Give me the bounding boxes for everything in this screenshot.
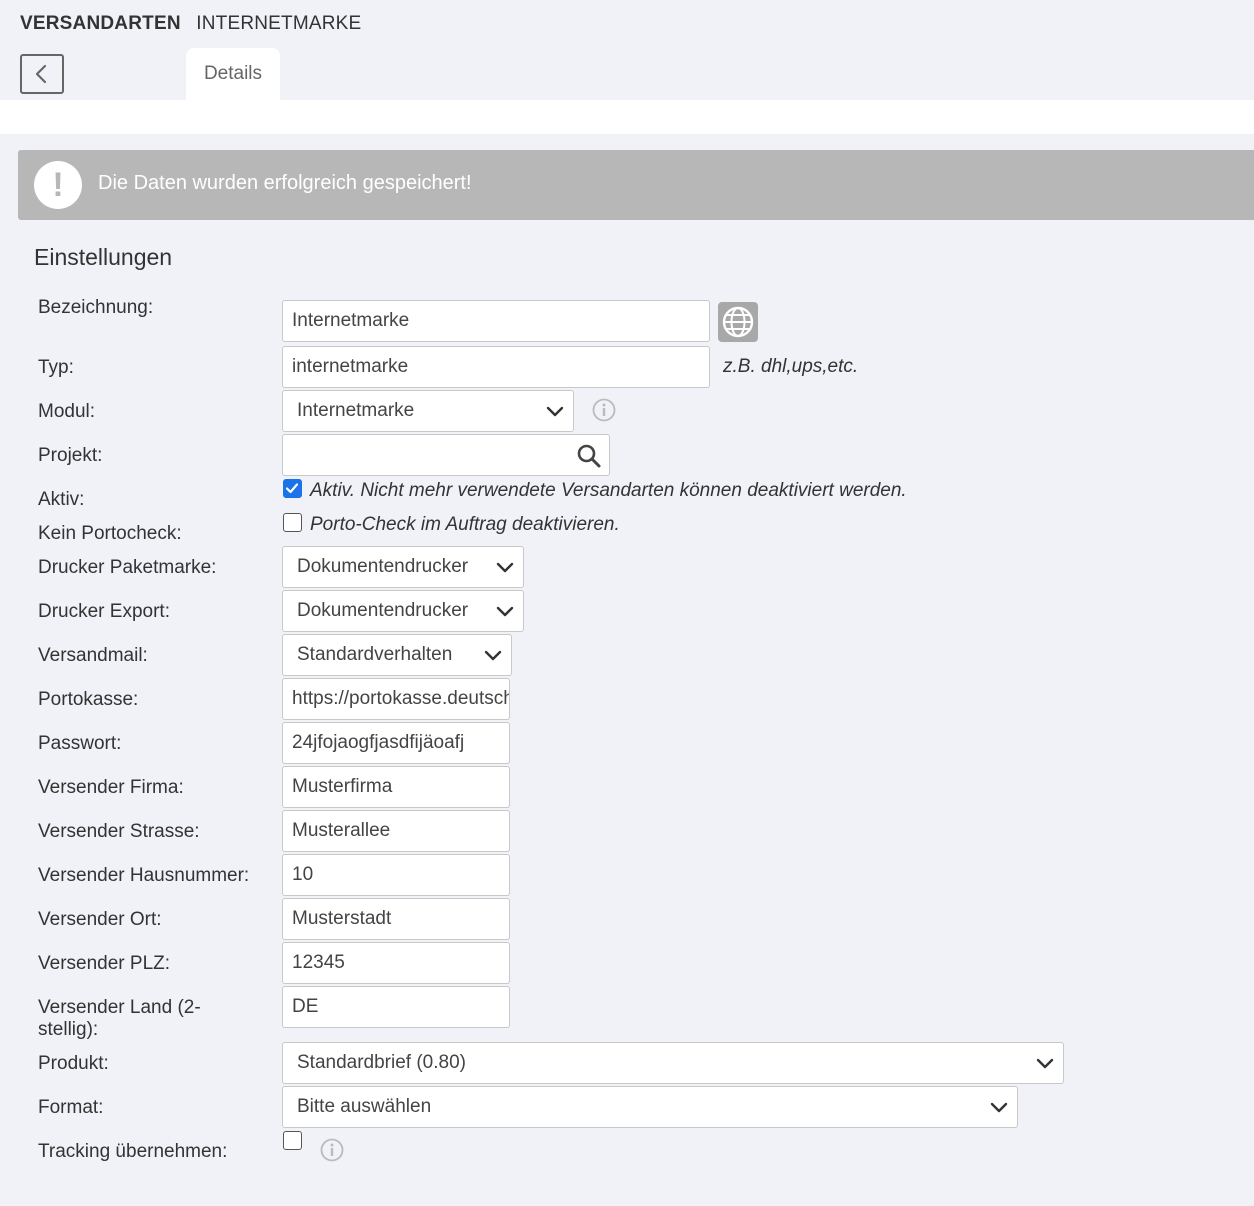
typ-input[interactable]: internetmarke: [282, 346, 710, 388]
label-versandmail: Versandmail:: [38, 645, 148, 666]
chevron-down-icon: [496, 562, 514, 573]
kein-portocheck-text: Porto-Check im Auftrag deaktivieren.: [310, 514, 620, 535]
label-passwort: Passwort:: [38, 733, 122, 754]
drucker-export-select[interactable]: Dokumentendrucker: [282, 590, 524, 632]
breadcrumb-current: INTERNETMARKE: [196, 13, 362, 34]
info-icon[interactable]: [592, 398, 616, 422]
label-versender-hausnummer: Versender Hausnummer:: [38, 865, 250, 886]
breadcrumb-parent[interactable]: VERSANDARTEN: [20, 13, 181, 34]
produkt-value: Standardbrief (0.80): [297, 1052, 466, 1073]
top-bar: VERSANDARTEN INTERNETMARKE Details: [0, 0, 1254, 100]
section-title: Einstellungen: [34, 244, 173, 270]
checkmark-icon: [285, 483, 299, 494]
label-produkt: Produkt:: [38, 1053, 109, 1074]
label-versender-ort: Versender Ort:: [38, 909, 162, 930]
passwort-input[interactable]: 24jfojaogfjasdfijäoafj: [282, 722, 510, 764]
chevron-down-icon: [1036, 1058, 1054, 1069]
search-icon[interactable]: [576, 443, 602, 469]
format-value: Bitte auswählen: [297, 1096, 432, 1117]
label-versender-plz: Versender PLZ:: [38, 953, 171, 974]
aktiv-checkbox[interactable]: [283, 479, 302, 498]
versandmail-value: Standardverhalten: [297, 644, 453, 665]
bezeichnung-input[interactable]: Internetmarke: [282, 300, 710, 342]
label-typ: Typ:: [38, 357, 74, 378]
tracking-checkbox[interactable]: [283, 1131, 302, 1150]
label-portokasse: Portokasse:: [38, 689, 139, 710]
alert-message: Die Daten wurden erfolgreich gespeichert…: [98, 172, 472, 194]
label-versender-firma: Versender Firma:: [38, 777, 184, 798]
produkt-select[interactable]: Standardbrief (0.80): [282, 1042, 1064, 1084]
label-tracking: Tracking übernehmen:: [38, 1141, 228, 1162]
versender-land-input[interactable]: DE: [282, 986, 510, 1028]
versandmail-select[interactable]: Standardverhalten: [282, 634, 512, 676]
modul-select[interactable]: Internetmarke: [282, 390, 574, 432]
format-select[interactable]: Bitte auswählen: [282, 1086, 1018, 1128]
drucker-paketmarke-select[interactable]: Dokumentendrucker: [282, 546, 524, 588]
globe-icon: [722, 306, 754, 338]
chevron-down-icon: [496, 606, 514, 617]
versender-ort-input[interactable]: Musterstadt: [282, 898, 510, 940]
chevron-down-icon: [546, 406, 564, 417]
chevron-left-icon: [35, 64, 47, 84]
modul-select-value: Internetmarke: [297, 400, 415, 421]
back-button[interactable]: [20, 54, 64, 94]
label-bezeichnung: Bezeichnung:: [38, 297, 154, 318]
label-versender-land: Versender Land (2-stellig):: [38, 997, 201, 1040]
versender-hausnummer-input[interactable]: 10: [282, 854, 510, 896]
label-format: Format:: [38, 1097, 104, 1118]
label-modul: Modul:: [38, 401, 96, 422]
drucker-paketmarke-value: Dokumentendrucker: [297, 556, 469, 577]
breadcrumb: VERSANDARTEN INTERNETMARKE: [20, 13, 361, 35]
versender-firma-input[interactable]: Musterfirma: [282, 766, 510, 808]
label-drucker-export: Drucker Export:: [38, 601, 170, 622]
chevron-down-icon: [484, 650, 502, 661]
label-versender-strasse: Versender Strasse:: [38, 821, 200, 842]
label-projekt: Projekt:: [38, 445, 103, 466]
label-aktiv: Aktiv:: [38, 489, 85, 510]
chevron-down-icon: [990, 1102, 1008, 1113]
versender-plz-input[interactable]: 12345: [282, 942, 510, 984]
versender-strasse-input[interactable]: Musterallee: [282, 810, 510, 852]
label-drucker-paketmarke: Drucker Paketmarke:: [38, 557, 217, 578]
tab-content-band: [0, 100, 1254, 134]
success-alert: ! Die Daten wurden erfolgreich gespeiche…: [18, 150, 1254, 220]
portokasse-input[interactable]: https://portokasse.deutschepost.de: [282, 678, 510, 720]
drucker-export-value: Dokumentendrucker: [297, 600, 469, 621]
label-kein-portocheck: Kein Portocheck:: [38, 523, 182, 544]
typ-hint: z.B. dhl,ups,etc.: [723, 356, 859, 377]
projekt-input[interactable]: [282, 434, 610, 476]
tab-details[interactable]: Details: [186, 48, 280, 100]
exclamation-icon: !: [34, 161, 82, 209]
translate-button[interactable]: [718, 302, 758, 342]
info-icon[interactable]: [320, 1138, 344, 1162]
kein-portocheck-checkbox[interactable]: [283, 513, 302, 532]
aktiv-text: Aktiv. Nicht mehr verwendete Versandarte…: [310, 480, 907, 501]
